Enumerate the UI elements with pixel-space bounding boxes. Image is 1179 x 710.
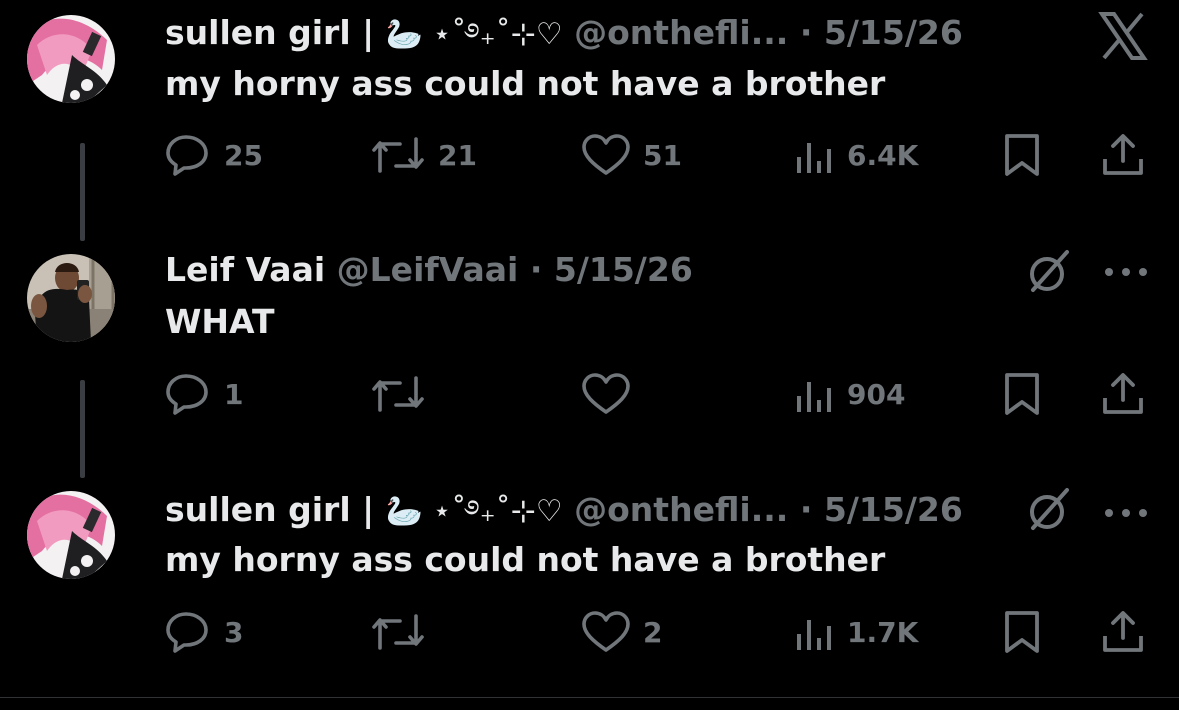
bookmark-button[interactable] <box>1002 131 1042 179</box>
heart-icon <box>581 610 631 654</box>
like-button[interactable]: 51 <box>581 131 682 179</box>
username[interactable]: @LeifVaai <box>337 250 519 289</box>
share-button[interactable] <box>1101 370 1145 418</box>
tweet-text: my horny ass could not have a brother <box>165 540 886 579</box>
repost-button[interactable] <box>370 608 438 656</box>
grok-icon[interactable] <box>1025 248 1073 300</box>
reply-count: 1 <box>224 377 244 411</box>
reply-count: 25 <box>224 138 263 172</box>
action-bar: 3 2 1.7K <box>0 608 1179 656</box>
repost-button[interactable]: 21 <box>370 131 477 179</box>
tweet-text: my horny ass could not have a brother <box>165 64 886 103</box>
repost-button[interactable] <box>370 370 438 418</box>
reply-button[interactable]: 25 <box>166 131 263 179</box>
tweet[interactable]: sullen girl | 🦢 ⋆˚࿔₊˚⊹♡ @onthefli... · 5… <box>0 0 1179 200</box>
share-button[interactable] <box>1101 608 1145 656</box>
display-name[interactable]: Leif Vaai <box>165 250 325 289</box>
repost-icon <box>370 135 426 175</box>
username[interactable]: @onthefli... <box>574 490 788 529</box>
bookmark-icon <box>1002 610 1042 654</box>
bookmark-button[interactable] <box>1002 370 1042 418</box>
action-bar: 1 904 <box>0 370 1179 418</box>
tweet[interactable]: Leif Vaai @LeifVaai · 5/15/26 WHAT 1 904 <box>0 240 1179 460</box>
analytics-icon <box>795 135 835 175</box>
avatar[interactable] <box>27 254 115 342</box>
views-button[interactable]: 904 <box>795 370 905 418</box>
tweet-header: sullen girl | 🦢 ⋆˚࿔₊˚⊹♡ @onthefli... · 5… <box>165 490 963 532</box>
share-icon <box>1101 372 1145 416</box>
display-name[interactable]: sullen girl | <box>165 490 374 529</box>
reply-icon <box>166 134 212 176</box>
share-icon <box>1101 133 1145 177</box>
bookmark-button[interactable] <box>1002 608 1042 656</box>
display-name[interactable]: sullen girl | <box>165 13 374 52</box>
timestamp[interactable]: 5/15/26 <box>554 250 693 289</box>
grok-icon[interactable] <box>1025 486 1073 538</box>
divider <box>0 697 1179 698</box>
reply-button[interactable]: 3 <box>166 608 243 656</box>
separator-dot: · <box>799 13 813 52</box>
separator-dot: · <box>529 250 543 289</box>
bookmark-icon <box>1002 372 1042 416</box>
like-count: 51 <box>643 138 682 172</box>
heart-icon <box>581 133 631 177</box>
avatar[interactable] <box>27 491 115 579</box>
action-bar: 25 21 51 6.4K <box>0 131 1179 179</box>
like-count: 2 <box>643 615 663 649</box>
reply-icon <box>166 611 212 653</box>
avatar[interactable] <box>27 15 115 103</box>
repost-icon <box>370 374 426 414</box>
share-icon <box>1101 610 1145 654</box>
like-button[interactable]: 2 <box>581 608 662 656</box>
reply-icon <box>166 373 212 415</box>
repost-count: 21 <box>438 138 477 172</box>
tweet-text: WHAT <box>165 302 275 341</box>
views-button[interactable]: 1.7K <box>795 608 918 656</box>
tweet-header: sullen girl | 🦢 ⋆˚࿔₊˚⊹♡ @onthefli... · 5… <box>165 13 963 55</box>
separator-dot: · <box>799 490 813 529</box>
repost-icon <box>370 612 426 652</box>
views-button[interactable]: 6.4K <box>795 131 918 179</box>
more-options-icon[interactable] <box>1104 262 1148 281</box>
analytics-icon <box>795 374 835 414</box>
bookmark-icon <box>1002 133 1042 177</box>
timestamp[interactable]: 5/15/26 <box>824 490 963 529</box>
reply-count: 3 <box>224 615 244 649</box>
view-count: 904 <box>847 377 906 411</box>
view-count: 1.7K <box>847 615 919 649</box>
view-count: 6.4K <box>847 138 919 172</box>
tweet[interactable]: sullen girl | 🦢 ⋆˚࿔₊˚⊹♡ @onthefli... · 5… <box>0 478 1179 698</box>
heart-icon <box>581 372 631 416</box>
analytics-icon <box>795 612 835 652</box>
name-decoration: 🦢 ⋆˚࿔₊˚⊹♡ <box>385 17 563 52</box>
share-button[interactable] <box>1101 131 1145 179</box>
name-decoration: 🦢 ⋆˚࿔₊˚⊹♡ <box>385 494 563 529</box>
username[interactable]: @onthefli... <box>574 13 788 52</box>
tweet-header: Leif Vaai @LeifVaai · 5/15/26 <box>165 250 693 290</box>
more-options-icon[interactable] <box>1104 503 1148 522</box>
reply-button[interactable]: 1 <box>166 370 243 418</box>
timestamp[interactable]: 5/15/26 <box>824 13 963 52</box>
like-button[interactable] <box>581 370 643 418</box>
